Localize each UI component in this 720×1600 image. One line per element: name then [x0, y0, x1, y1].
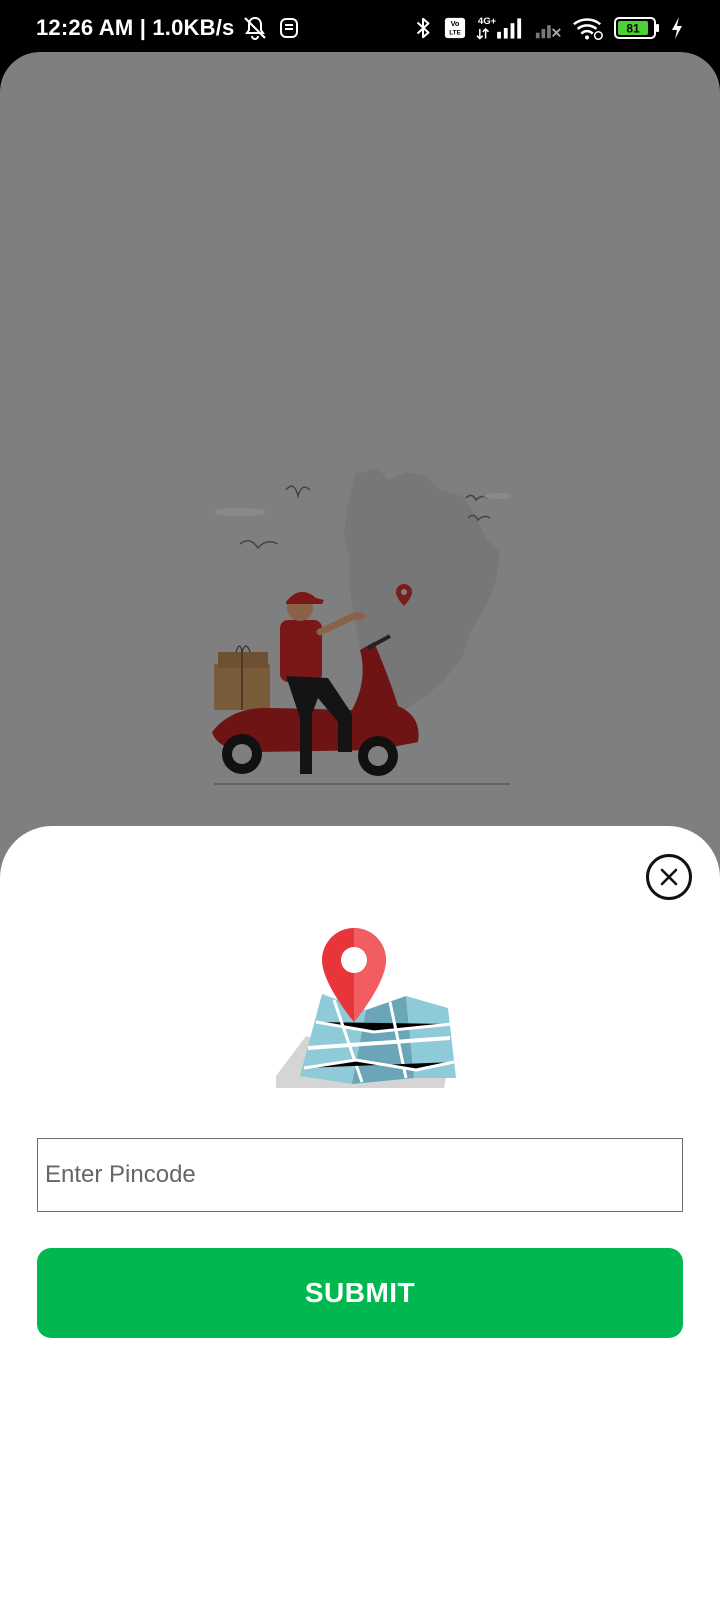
battery-level: 81 [626, 22, 640, 36]
network-label: 4G+ [478, 16, 497, 27]
no-signal-icon [535, 25, 561, 39]
battery-icon: 81 [614, 17, 659, 39]
close-icon [660, 868, 678, 886]
svg-text:Vo: Vo [451, 19, 460, 28]
close-button[interactable] [646, 854, 692, 900]
charging-icon [672, 17, 682, 39]
bluetooth-icon [416, 17, 430, 39]
status-bar: 12:26 AM | 1.0KB/s Vo LTE 4G+ 81 [0, 0, 720, 56]
submit-button[interactable]: SUBMIT [37, 1248, 683, 1338]
wifi-icon [573, 18, 603, 41]
volte-icon: Vo LTE [444, 17, 466, 39]
mute-notification-icon [244, 16, 267, 40]
status-time-speed: 12:26 AM | 1.0KB/s [36, 15, 235, 40]
status-right: Vo LTE 4G+ 81 [412, 15, 684, 41]
svg-text:LTE: LTE [449, 29, 461, 36]
vpn-icon [280, 18, 299, 38]
signal-icon: 4G+ [476, 16, 522, 40]
pincode-input[interactable] [37, 1138, 683, 1212]
map-pin-illustration [276, 928, 456, 1088]
delivery-scooter-illustration [212, 468, 512, 785]
status-left: 12:26 AM | 1.0KB/s [36, 15, 302, 41]
